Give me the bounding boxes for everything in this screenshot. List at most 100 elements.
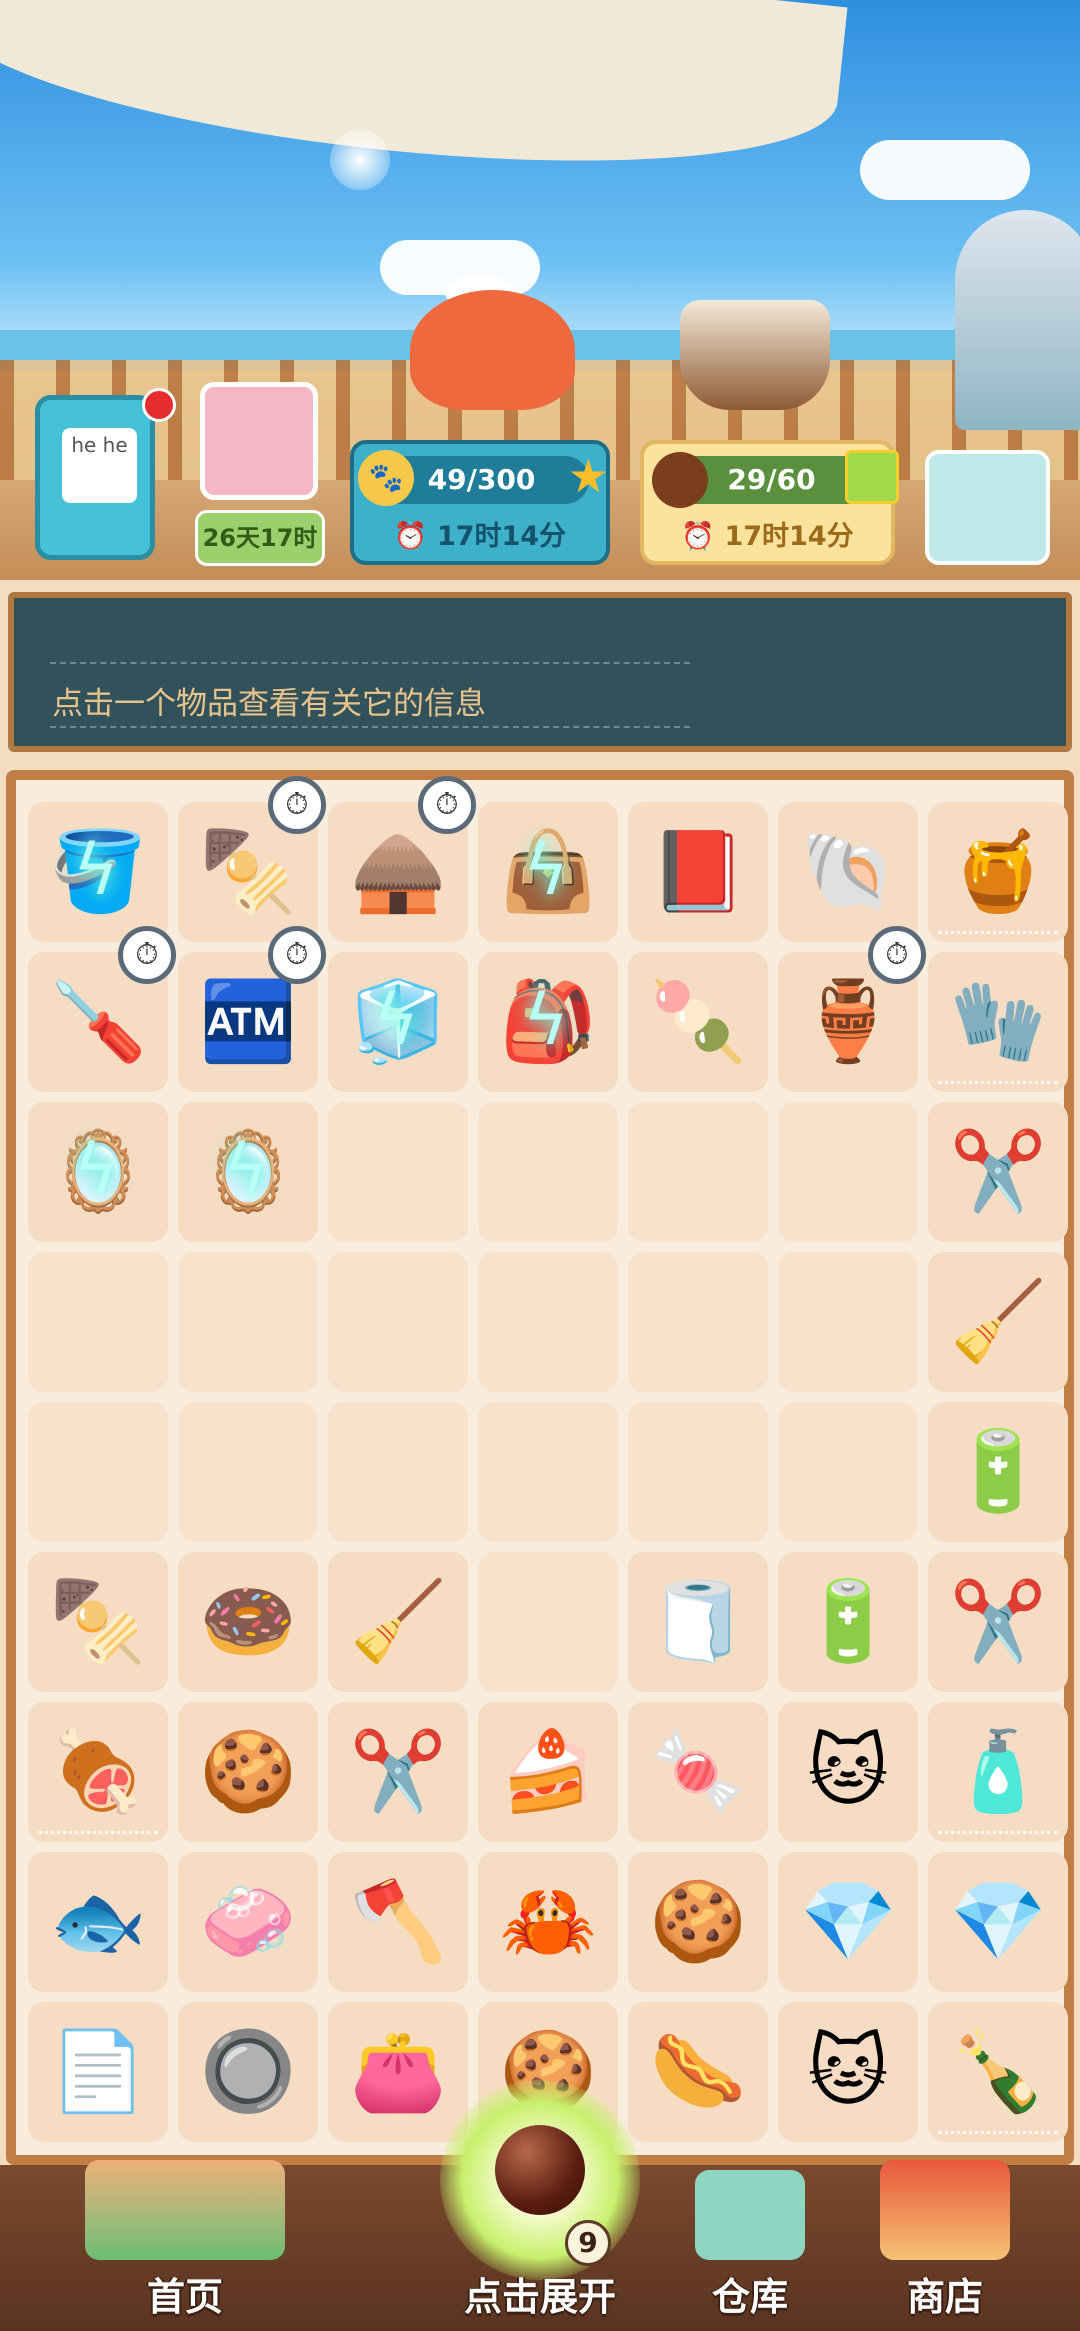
empty-cell[interactable]	[328, 1252, 468, 1392]
shop-icon	[880, 2160, 1010, 2260]
empty-cell[interactable]	[478, 1102, 618, 1242]
board-cell[interactable]: 🔋	[778, 1552, 918, 1692]
board-cell[interactable]: 📄	[28, 2002, 168, 2142]
board-cell[interactable]: ✂️	[928, 1552, 1068, 1692]
empty-cell[interactable]	[178, 1402, 318, 1542]
empty-cell[interactable]	[328, 1402, 468, 1542]
item-icon: 💎	[949, 1877, 1047, 1967]
empty-cell[interactable]	[478, 1252, 618, 1392]
stopwatch-icon: ⏱	[118, 926, 176, 984]
board-cell[interactable]: 🧊 ϟ	[328, 952, 468, 1092]
board-cell[interactable]: 🍪	[628, 1852, 768, 1992]
nav-warehouse-label: 仓库	[711, 2275, 788, 2319]
shark-hood-character[interactable]	[955, 210, 1080, 430]
board-cell[interactable]: 🪞 ϟ	[178, 1102, 318, 1242]
board-cell[interactable]: 🎒 ϟ	[478, 952, 618, 1092]
nav-warehouse[interactable]: 仓库	[680, 2170, 820, 2321]
board-cell[interactable]: 🧹	[928, 1252, 1068, 1392]
board-cell[interactable]: 🧻	[628, 1552, 768, 1692]
lightning-icon: ϟ	[222, 1129, 270, 1211]
board-cell[interactable]: 🐟	[28, 1852, 168, 1992]
board-cell[interactable]: 🍩	[178, 1552, 318, 1692]
board-cell[interactable]: 🍰	[478, 1702, 618, 1842]
octopus-chef[interactable]	[410, 290, 575, 410]
gift-icon[interactable]	[845, 450, 899, 504]
board-cell[interactable]: 🧼	[178, 1852, 318, 1992]
board-cell[interactable]: 🐚	[778, 802, 918, 942]
cookie-panel[interactable]: 29/60 ⏰ 17时14分	[640, 440, 899, 565]
board-cell[interactable]: 🍖	[28, 1702, 168, 1842]
board-cell[interactable]: 🪛 ⏱	[28, 926, 176, 1092]
nav-expand[interactable]: 点击展开	[420, 2266, 660, 2321]
item-icon: 📄	[49, 2027, 147, 2117]
board-cell[interactable]: 🔋	[928, 1402, 1068, 1542]
board-cell[interactable]: 🍾	[928, 2002, 1068, 2142]
item-icon: 🍰	[499, 1727, 597, 1817]
empty-cell[interactable]	[478, 1552, 618, 1692]
board-cell[interactable]: 🦀	[478, 1852, 618, 1992]
empty-cell[interactable]	[628, 1402, 768, 1542]
board-cell[interactable]: 🛖 ⏱	[328, 776, 476, 942]
empty-cell[interactable]	[28, 1402, 168, 1542]
item-icon: 🔋	[799, 1577, 897, 1667]
board-cell[interactable]: 🌭	[628, 2002, 768, 2142]
item-icon: 🐚	[799, 827, 897, 917]
board-cell[interactable]: 🍬	[628, 1702, 768, 1842]
board-cell[interactable]: 🐱	[778, 2002, 918, 2142]
board-cell[interactable]: 👜 ϟ	[478, 802, 618, 942]
board-cell[interactable]: ✂️	[928, 1102, 1068, 1242]
event-timer-text: 26天17时	[202, 524, 318, 552]
avatar[interactable]	[200, 382, 318, 500]
board-cell[interactable]: 🍪	[178, 1702, 318, 1842]
board-cell[interactable]: 🍢 ⏱	[178, 776, 326, 942]
empty-cell[interactable]	[628, 1252, 768, 1392]
nav-shop[interactable]: 商店	[870, 2160, 1020, 2321]
nav-home[interactable]: 首页	[20, 2160, 350, 2321]
notification-dot	[142, 388, 176, 422]
energy-panel[interactable]: 🐾 49/300 ★ ⏰ 17时14分	[350, 440, 610, 565]
board-cell[interactable]: 🧹	[328, 1552, 468, 1692]
cookie-value: 29/60	[727, 463, 816, 496]
board-cell[interactable]: 💎	[928, 1852, 1068, 1992]
journal-page: he he	[62, 428, 137, 503]
journal-button[interactable]: he he	[35, 395, 155, 560]
item-icon: 🍯	[949, 827, 1047, 917]
board-cell[interactable]: 🪓	[328, 1852, 468, 1992]
empty-cell[interactable]	[28, 1252, 168, 1392]
board-cell[interactable]: 🧤	[928, 952, 1068, 1092]
board-cell[interactable]: 🏺 ⏱	[778, 926, 926, 1092]
energy-value: 49/300	[427, 463, 536, 496]
divider	[50, 662, 690, 664]
expand-ball-icon[interactable]	[495, 2125, 585, 2215]
board-cell[interactable]: 🪣 ϟ	[28, 802, 168, 942]
empty-cell[interactable]	[778, 1252, 918, 1392]
calendar-button[interactable]	[925, 450, 1050, 565]
empty-cell[interactable]	[328, 1102, 468, 1242]
empty-cell[interactable]	[778, 1102, 918, 1242]
board-cell[interactable]: 🍢	[28, 1552, 168, 1692]
empty-cell[interactable]	[628, 1102, 768, 1242]
board-cell[interactable]: 🐱	[778, 1702, 918, 1842]
board-cell[interactable]: 🍡	[628, 952, 768, 1092]
board-cell[interactable]: 🔘	[178, 2002, 318, 2142]
nav-home-label: 首页	[146, 2275, 223, 2319]
board-cell[interactable]: 🏧 ⏱	[178, 926, 326, 1092]
board-cell[interactable]: 💎	[778, 1852, 918, 1992]
item-icon: 🔘	[199, 2027, 297, 2117]
item-icon: 🧹	[949, 1277, 1047, 1367]
board-cell[interactable]: 📕	[628, 802, 768, 942]
board-cell[interactable]: 👛	[328, 2002, 468, 2142]
empty-cell[interactable]	[178, 1252, 318, 1392]
item-icon: 🌭	[649, 2027, 747, 2117]
cobweb-icon	[938, 1051, 1058, 1084]
board-cell[interactable]: ✂️	[328, 1702, 468, 1842]
board-cell[interactable]: 🧴	[928, 1702, 1068, 1842]
empty-cell[interactable]	[778, 1402, 918, 1542]
item-icon: 🧹	[349, 1577, 447, 1667]
item-icon: 🏧	[199, 977, 297, 1067]
board-cell[interactable]: 🪞 ϟ	[28, 1102, 168, 1242]
chocolate-drink	[680, 300, 830, 410]
merge-board: 🪣 ϟ 🍢 ⏱ 🛖 ⏱ 👜 ϟ 📕 🐚 🍯 🪛 ⏱ 🏧 ⏱ 🧊 ϟ 🎒 ϟ 🍡 🏺 ⏱ 🧤 🪞 ϟ 🪞 ϟ ✂️ 🧹 🔋 🍢 🍩 🧹 🧻 🔋 ✂️ 🍖 🍪…	[6, 770, 1074, 2165]
empty-cell[interactable]	[478, 1402, 618, 1542]
board-cell[interactable]: 🍯	[928, 802, 1068, 942]
